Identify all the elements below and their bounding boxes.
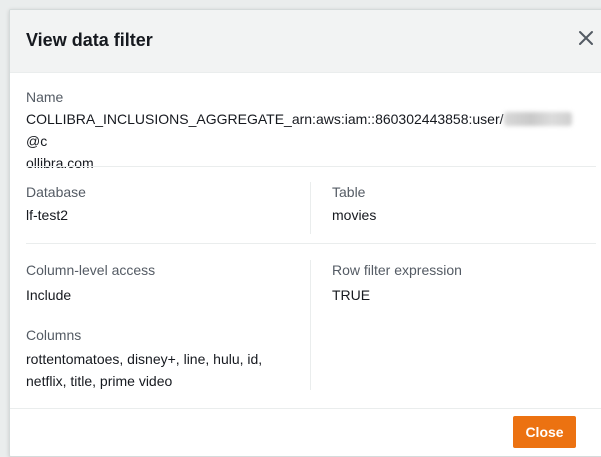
modal-footer: Close	[10, 408, 601, 456]
modal-title: View data filter	[26, 30, 153, 50]
columns-value: rottentomatoes, disney+, line, hulu, id,…	[26, 348, 306, 392]
row-filter-label: Row filter expression	[332, 262, 462, 278]
modal-header: View data filter	[10, 10, 601, 73]
column-divider	[310, 182, 311, 234]
name-value: COLLIBRA_INCLUSIONS_AGGREGATE_arn:aws:ia…	[26, 108, 586, 174]
divider	[26, 243, 596, 244]
redacted-username	[503, 112, 572, 126]
table-value: movies	[332, 207, 377, 223]
table-label: Table	[332, 184, 366, 200]
column-access-value: Include	[26, 287, 72, 303]
name-value-prefix: COLLIBRA_INCLUSIONS_AGGREGATE_arn:aws:ia…	[26, 111, 504, 127]
database-label: Database	[26, 184, 86, 200]
close-icon[interactable]	[576, 28, 596, 48]
row-filter-value: TRUE	[332, 287, 371, 303]
close-button[interactable]: Close	[513, 416, 576, 448]
name-value-suffix: @c	[26, 133, 48, 149]
column-access-label: Column-level access	[26, 262, 156, 278]
name-value-line2: ollibra.com	[26, 155, 94, 171]
database-value: lf-test2	[26, 207, 69, 223]
columns-line1: rottentomatoes, disney+, line, hulu, id,	[26, 351, 263, 367]
divider	[26, 166, 596, 167]
columns-line2: netflix, title, prime video	[26, 373, 173, 389]
view-data-filter-modal: View data filter Name COLLIBRA_INCLUSION…	[9, 9, 601, 457]
column-divider	[310, 260, 311, 390]
columns-label: Columns	[26, 327, 82, 343]
name-label: Name	[26, 89, 64, 105]
